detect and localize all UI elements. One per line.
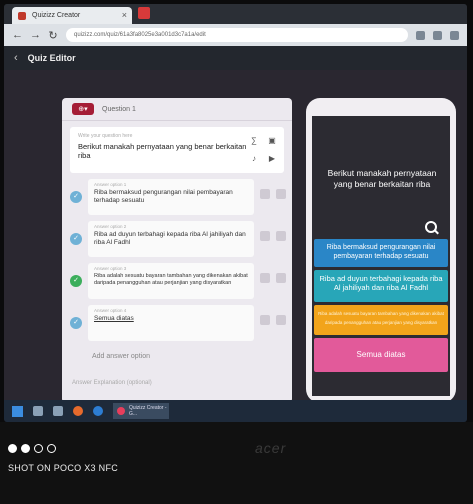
answer-text: Riba ad duyun terbahagi kepada riba Al j… bbox=[94, 231, 246, 246]
question-type-dropdown[interactable]: ⊕▾ bbox=[72, 103, 94, 115]
monitor-brand-logo: acer bbox=[255, 440, 287, 456]
audio-icon[interactable]: ♪ bbox=[248, 153, 260, 165]
answer-label: Answer option 3 bbox=[94, 266, 127, 271]
answer-input[interactable]: Answer option 3 Riba adalah sesuatu baya… bbox=[88, 263, 254, 299]
question-label: Question 1 bbox=[102, 105, 136, 113]
answer-input[interactable]: Answer option 1 Riba bermaksud pengurang… bbox=[88, 179, 254, 215]
forward-arrow-icon[interactable]: → bbox=[30, 29, 41, 41]
extension-icon[interactable] bbox=[416, 30, 425, 40]
preview-option: Riba adalah sesuatu bayaran tambahan yan… bbox=[314, 305, 448, 335]
video-icon[interactable]: ▶ bbox=[266, 153, 278, 165]
search-icon[interactable] bbox=[33, 406, 43, 416]
answer-label: Answer option 1 bbox=[94, 182, 127, 187]
camera-mode-dots-icon bbox=[8, 444, 56, 453]
profile-icon[interactable] bbox=[450, 30, 459, 40]
answer-label: Answer option 4 bbox=[94, 308, 127, 313]
image-icon[interactable] bbox=[276, 273, 286, 283]
monitor-screen: Quizizz Creator × ← → ↻ quizizz.com/quiz… bbox=[4, 4, 467, 422]
image-icon[interactable]: ▣ bbox=[266, 135, 278, 147]
correct-toggle-icon[interactable]: ✓ bbox=[70, 317, 82, 329]
back-arrow-icon[interactable]: ← bbox=[12, 29, 23, 41]
quizizz-favicon-icon bbox=[18, 12, 26, 20]
question-editor-panel: ⊕▾ Question 1 Write your question here B… bbox=[62, 98, 292, 403]
image-icon[interactable] bbox=[276, 315, 286, 325]
camera-watermark: SHOT ON POCO X3 NFC bbox=[8, 463, 119, 473]
preview-option: Riba bermaksud pengurangan nilai pembaya… bbox=[314, 239, 448, 267]
question-text: Berikut manakah pernyataan yang benar be… bbox=[78, 142, 247, 160]
answer-text: Riba bermaksud pengurangan nilai pembaya… bbox=[94, 189, 233, 204]
correct-toggle-icon[interactable]: ✓ bbox=[70, 275, 82, 287]
tab-title: Quizizz Creator bbox=[32, 12, 81, 19]
zoom-icon[interactable] bbox=[425, 221, 437, 233]
math-icon[interactable] bbox=[260, 315, 270, 325]
answer-option: ✓ Answer option 1 Riba bermaksud pengura… bbox=[70, 179, 286, 217]
windows-start-icon[interactable] bbox=[12, 405, 23, 417]
math-icon[interactable]: ∑ bbox=[248, 135, 260, 147]
answer-text: Riba adalah sesuatu bayaran tambahan yan… bbox=[94, 273, 248, 286]
preview-screen: Berikut manakah pernyataan yang benar be… bbox=[312, 116, 450, 396]
answer-input[interactable]: Answer option 2 Riba ad duyun terbahagi … bbox=[88, 221, 254, 257]
answer-option: ✓ Answer option 3 Riba adalah sesuatu ba… bbox=[70, 263, 286, 301]
preview-question: Berikut manakah pernyataan yang benar be… bbox=[327, 168, 437, 189]
answer-explanation-button[interactable]: Answer Explanation (optional) bbox=[72, 380, 292, 386]
image-icon[interactable] bbox=[276, 189, 286, 199]
windows-taskbar: Quizizz Creator - G... bbox=[4, 400, 467, 422]
question-header: ⊕▾ Question 1 bbox=[62, 98, 292, 121]
address-bar-row: ← → ↻ quizizz.com/quiz/61a3fa8025e3a001d… bbox=[4, 24, 467, 46]
question-tools: ∑ ▣ ♪ ▶ bbox=[248, 135, 278, 165]
task-view-icon[interactable] bbox=[53, 406, 63, 416]
back-chevron-icon[interactable]: ‹ bbox=[14, 52, 18, 64]
edge-icon[interactable] bbox=[93, 406, 103, 416]
answer-option: ✓ Answer option 4 Semua diatas bbox=[70, 305, 286, 343]
other-tab-icon[interactable] bbox=[138, 7, 150, 19]
image-icon[interactable] bbox=[276, 231, 286, 241]
question-placeholder: Write your question here bbox=[78, 133, 133, 139]
page-title: Quiz Editor bbox=[27, 53, 76, 63]
answer-text: Semua diatas bbox=[94, 315, 134, 322]
url-field[interactable]: quizizz.com/quiz/61a3fa8025e3a001d3c7a1a… bbox=[66, 28, 408, 42]
tab-close-icon[interactable]: × bbox=[122, 10, 127, 20]
browser-tab[interactable]: Quizizz Creator × bbox=[12, 7, 132, 24]
math-icon[interactable] bbox=[260, 189, 270, 199]
answer-label: Answer option 2 bbox=[94, 224, 127, 229]
editor-canvas: ⊕▾ Question 1 Write your question here B… bbox=[4, 70, 467, 403]
add-answer-option-button[interactable]: Add answer option bbox=[92, 353, 292, 360]
question-input[interactable]: Write your question here Berikut manakah… bbox=[70, 127, 284, 173]
correct-toggle-icon[interactable]: ✓ bbox=[70, 191, 82, 203]
preview-option: Semua diatas bbox=[314, 338, 448, 372]
answer-option: ✓ Answer option 2 Riba ad duyun terbahag… bbox=[70, 221, 286, 259]
math-icon[interactable] bbox=[260, 273, 270, 283]
firefox-icon[interactable] bbox=[73, 406, 83, 416]
correct-toggle-icon[interactable]: ✓ bbox=[70, 233, 82, 245]
extension-icon[interactable] bbox=[433, 30, 442, 40]
browser-tab-bar: Quizizz Creator × bbox=[4, 4, 467, 24]
preview-option: Riba ad duyun terbahagi kepada riba Al j… bbox=[314, 270, 448, 302]
preview-phone: Berikut manakah pernyataan yang benar be… bbox=[306, 98, 456, 403]
app-header: ‹ Quiz Editor bbox=[4, 46, 467, 70]
math-icon[interactable] bbox=[260, 231, 270, 241]
reload-icon[interactable]: ↻ bbox=[48, 29, 58, 42]
taskbar-app-quizizz[interactable]: Quizizz Creator - G... bbox=[113, 403, 169, 419]
answer-input[interactable]: Answer option 4 Semua diatas bbox=[88, 305, 254, 341]
